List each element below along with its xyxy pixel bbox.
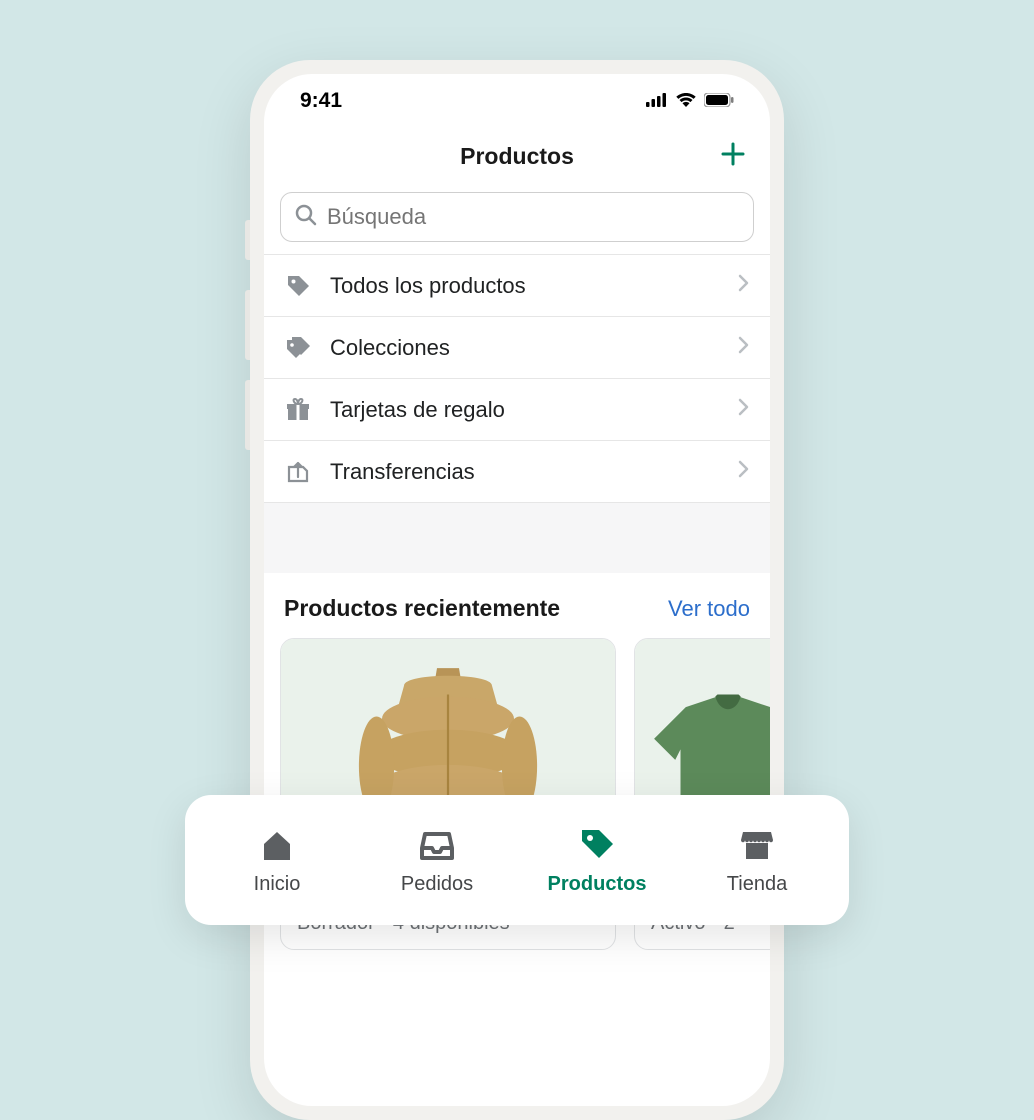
status-bar: 9:41: [264, 74, 770, 128]
nav-item-store[interactable]: Tienda: [697, 825, 817, 896]
tag-icon: [577, 825, 617, 865]
home-icon: [257, 825, 297, 865]
app-header: Productos: [264, 128, 770, 184]
status-time: 9:41: [300, 89, 342, 113]
recent-header: Productos recientemente Ver todo: [264, 573, 770, 638]
phone-frame: 9:41 Productos: [250, 60, 784, 1120]
nav-item-home[interactable]: Inicio: [217, 825, 337, 896]
tag-icon: [284, 272, 312, 300]
chevron-right-icon: [738, 336, 750, 359]
menu-item-collections[interactable]: Colecciones: [264, 317, 770, 379]
see-all-link[interactable]: Ver todo: [668, 596, 750, 622]
nav-item-products[interactable]: Productos: [537, 825, 657, 896]
transfer-icon: [284, 458, 312, 486]
menu-label: Tarjetas de regalo: [330, 397, 720, 423]
phone-volume-up: [245, 290, 250, 360]
nav-label: Productos: [548, 873, 647, 896]
phone-screen: 9:41 Productos: [264, 74, 770, 1106]
gift-icon: [284, 396, 312, 424]
bottom-nav: Inicio Pedidos Productos Tienda: [185, 795, 849, 925]
menu-item-all-products[interactable]: Todos los productos: [264, 255, 770, 317]
section-gap: [264, 503, 770, 573]
page-title: Productos: [460, 143, 574, 170]
inbox-icon: [417, 825, 457, 865]
phone-volume-down: [245, 380, 250, 450]
wifi-icon: [675, 89, 697, 113]
plus-icon: [720, 141, 746, 172]
store-icon: [737, 825, 777, 865]
search-icon: [295, 204, 317, 231]
menu-label: Colecciones: [330, 335, 720, 361]
search-field[interactable]: [280, 192, 754, 242]
phone-side-button: [245, 220, 250, 260]
battery-icon: [704, 89, 734, 113]
chevron-right-icon: [738, 398, 750, 421]
cellular-icon: [646, 89, 668, 113]
search-container: [264, 184, 770, 254]
nav-label: Tienda: [727, 873, 787, 896]
menu-label: Todos los productos: [330, 273, 720, 299]
tags-icon: [284, 334, 312, 362]
nav-label: Inicio: [254, 873, 301, 896]
recent-title: Productos recientemente: [284, 595, 560, 622]
search-input[interactable]: [327, 204, 739, 230]
menu-item-transfers[interactable]: Transferencias: [264, 441, 770, 503]
nav-label: Pedidos: [401, 873, 473, 896]
add-button[interactable]: [718, 141, 748, 171]
chevron-right-icon: [738, 460, 750, 483]
menu-list: Todos los productos Colecciones Tarjet: [264, 254, 770, 503]
menu-label: Transferencias: [330, 459, 720, 485]
nav-item-orders[interactable]: Pedidos: [377, 825, 497, 896]
status-indicators: [646, 89, 734, 113]
menu-item-gift-cards[interactable]: Tarjetas de regalo: [264, 379, 770, 441]
chevron-right-icon: [738, 274, 750, 297]
